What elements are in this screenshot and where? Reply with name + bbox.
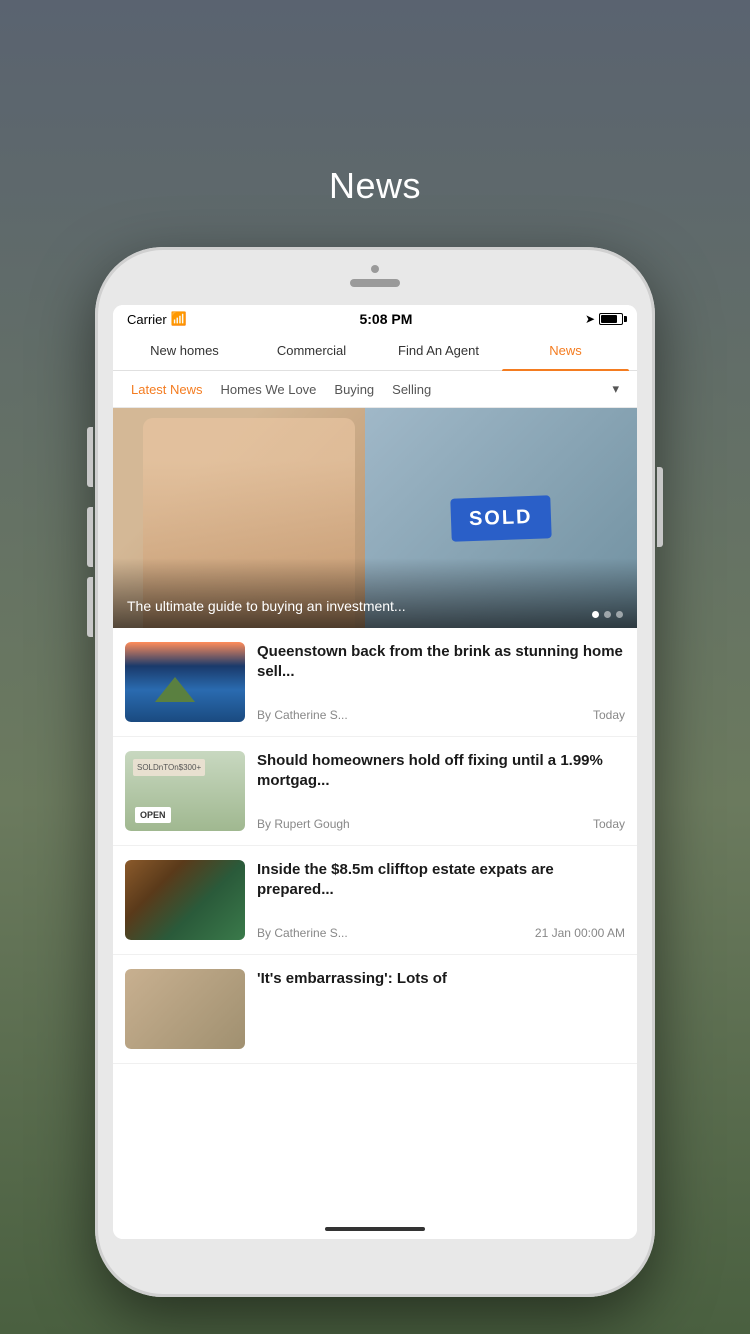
news-author-mortgage: By Rupert Gough — [257, 817, 350, 831]
tab-buying[interactable]: Buying — [326, 372, 382, 407]
camera-dot — [371, 265, 379, 273]
phone-screen: Carrier 📶 5:08 PM ➤ New homes Commercial… — [113, 305, 637, 1239]
wifi-icon: 📶 — [171, 311, 187, 327]
category-tabs: Latest News Homes We Love Buying Selling… — [113, 371, 637, 408]
news-thumbnail-mortgage — [125, 751, 245, 831]
home-indicator — [113, 1219, 637, 1239]
news-list: Queenstown back from the brink as stunni… — [113, 628, 637, 1219]
tab-find-an-agent[interactable]: Find An Agent — [375, 331, 502, 370]
news-meta-estate: By Catherine S... 21 Jan 00:00 AM — [257, 926, 625, 940]
nav-tabs: New homes Commercial Find An Agent News — [113, 331, 637, 371]
phone-mockup: Carrier 📶 5:08 PM ➤ New homes Commercial… — [95, 247, 655, 1297]
hero-dot-3 — [616, 611, 623, 618]
location-icon: ➤ — [585, 312, 595, 326]
news-date-queenstown: Today — [593, 708, 625, 722]
news-content-embarrassing: 'It's embarrassing': Lots of — [257, 969, 625, 1049]
tab-homes-we-love[interactable]: Homes We Love — [213, 372, 325, 407]
news-item-estate[interactable]: Inside the $8.5m clifftop estate expats … — [113, 846, 637, 955]
page-title: News — [329, 165, 421, 207]
speaker-slot — [350, 279, 400, 287]
news-item-queenstown[interactable]: Queenstown back from the brink as stunni… — [113, 628, 637, 737]
news-title-mortgage: Should homeowners hold off fixing until … — [257, 751, 625, 792]
news-thumbnail-estate — [125, 860, 245, 940]
battery-icon — [599, 313, 623, 325]
phone-top-bar — [350, 265, 400, 287]
hero-image[interactable]: SOLD The ultimate guide to buying an inv… — [113, 408, 637, 628]
news-author-queenstown: By Catherine S... — [257, 708, 348, 722]
news-meta-queenstown: By Catherine S... Today — [257, 708, 625, 722]
news-content-mortgage: Should homeowners hold off fixing until … — [257, 751, 625, 831]
sold-sign: SOLD — [450, 495, 551, 541]
carrier-label: Carrier 📶 — [127, 311, 187, 327]
hero-overlay: The ultimate guide to buying an investme… — [113, 558, 637, 628]
status-time: 5:08 PM — [359, 311, 412, 327]
chevron-down-icon: ▾ — [612, 381, 619, 397]
news-title-queenstown: Queenstown back from the brink as stunni… — [257, 642, 625, 683]
news-thumbnail-embarrassing — [125, 969, 245, 1049]
hero-dot-2 — [604, 611, 611, 618]
news-content-queenstown: Queenstown back from the brink as stunni… — [257, 642, 625, 722]
tab-news[interactable]: News — [502, 331, 629, 370]
news-author-estate: By Catherine S... — [257, 926, 348, 940]
news-date-mortgage: Today — [593, 817, 625, 831]
hero-dot-1 — [592, 611, 599, 618]
tab-more[interactable]: ▾ — [604, 371, 627, 407]
news-content-estate: Inside the $8.5m clifftop estate expats … — [257, 860, 625, 940]
news-thumbnail-queenstown — [125, 642, 245, 722]
battery-fill — [601, 315, 617, 323]
home-bar — [325, 1227, 425, 1231]
tab-selling[interactable]: Selling — [384, 372, 439, 407]
status-bar: Carrier 📶 5:08 PM ➤ — [113, 305, 637, 331]
news-title-embarrassing: 'It's embarrassing': Lots of — [257, 969, 625, 989]
tab-new-homes[interactable]: New homes — [121, 331, 248, 370]
tab-latest-news[interactable]: Latest News — [123, 372, 211, 407]
status-right: ➤ — [585, 312, 623, 326]
news-item-embarrassing[interactable]: 'It's embarrassing': Lots of — [113, 955, 637, 1064]
hero-caption: The ultimate guide to buying an investme… — [127, 598, 623, 614]
news-title-estate: Inside the $8.5m clifftop estate expats … — [257, 860, 625, 901]
phone-shell: Carrier 📶 5:08 PM ➤ New homes Commercial… — [95, 247, 655, 1297]
news-meta-mortgage: By Rupert Gough Today — [257, 817, 625, 831]
hero-dots — [592, 611, 623, 618]
tab-commercial[interactable]: Commercial — [248, 331, 375, 370]
news-item-mortgage[interactable]: Should homeowners hold off fixing until … — [113, 737, 637, 846]
news-date-estate: 21 Jan 00:00 AM — [535, 926, 625, 940]
